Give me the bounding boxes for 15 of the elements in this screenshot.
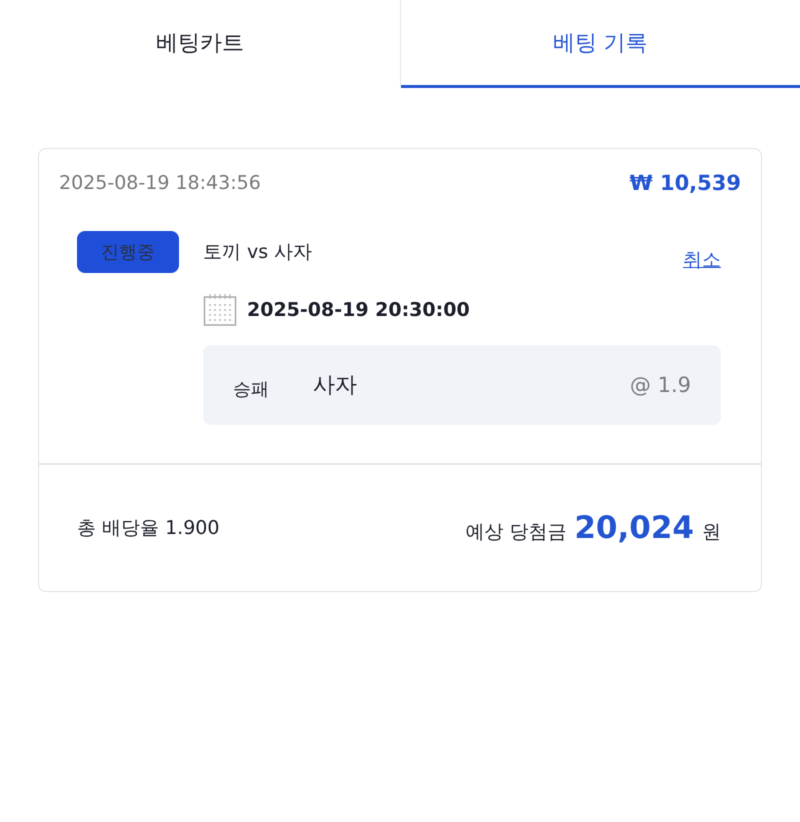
match-title: 토끼 vs 사자 xyxy=(203,240,312,265)
kickoff-time: 2025-08-19 20:30:00 xyxy=(247,299,470,321)
odds-value: @ 1.9 xyxy=(630,373,691,397)
status-badge: 진행중 xyxy=(77,231,179,273)
payout-amount: 20,024 xyxy=(574,510,694,546)
stake-amount: ₩ 10,539 xyxy=(629,171,741,195)
currency-label: 원 xyxy=(702,520,721,545)
market-label: 승패 xyxy=(233,378,270,401)
payout-label: 예상 당첨금 xyxy=(465,520,566,545)
calendar-icon xyxy=(203,293,237,327)
cancel-link[interactable]: 취소 xyxy=(683,247,721,273)
tab[interactable]: 베팅카트 xyxy=(0,0,400,88)
placed-time: 2025-08-19 18:43:56 xyxy=(59,172,261,194)
total-odds: 총 배당율 1.900 xyxy=(77,516,220,541)
pick-label: 사자 xyxy=(313,372,358,400)
